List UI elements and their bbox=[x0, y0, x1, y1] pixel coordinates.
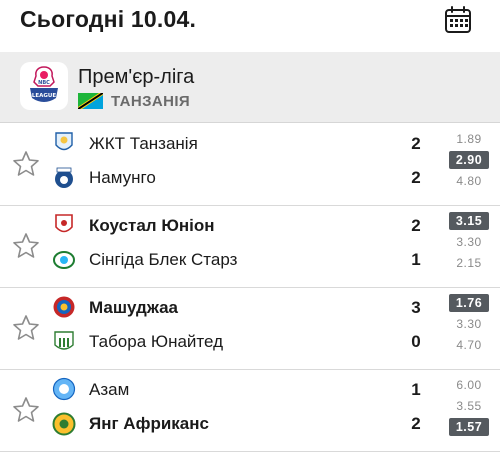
league-country: ТАНЗАНІЯ bbox=[78, 92, 190, 110]
favorite-star-icon[interactable] bbox=[12, 396, 40, 424]
match-row[interactable]: Азам 1 Янг Африканс 2 6.00 3.55 1.57 bbox=[0, 369, 500, 452]
team-logo-icon bbox=[52, 412, 76, 436]
away-score: 1 bbox=[411, 250, 421, 269]
home-team-name: Машуджаа bbox=[89, 298, 178, 317]
odd-home[interactable]: 3.15 bbox=[449, 212, 489, 230]
league-header[interactable]: NBC LEAGUE Прем'єр-ліга ТАНЗАНІЯ bbox=[0, 52, 500, 123]
odd-draw[interactable]: 3.55 bbox=[449, 397, 489, 415]
home-team-name: ЖКТ Танзанія bbox=[89, 134, 198, 153]
odd-home[interactable]: 1.89 bbox=[449, 130, 489, 148]
odd-away[interactable]: 4.70 bbox=[449, 336, 489, 354]
odd-away[interactable]: 2.15 bbox=[449, 254, 489, 272]
away-team-name: Янг Африканс bbox=[89, 414, 209, 433]
team-logo-icon bbox=[52, 213, 76, 237]
match-row[interactable]: Машуджаа 3 Табора Юнайтед 0 1.76 3.30 4.… bbox=[0, 287, 500, 370]
team-logo-icon bbox=[52, 377, 76, 401]
date-title: Сьогодні 10.04. bbox=[20, 6, 197, 32]
match-row[interactable]: ЖКТ Танзанія 2 Намунго 2 1.89 2.90 4.80 bbox=[0, 123, 500, 206]
home-team-name: Коустал Юніон bbox=[89, 216, 215, 235]
league-logo-icon: NBC LEAGUE bbox=[20, 62, 68, 110]
tanzania-flag-icon bbox=[78, 93, 103, 109]
odd-draw[interactable]: 3.30 bbox=[449, 315, 489, 333]
home-score: 2 bbox=[411, 134, 421, 153]
home-score: 1 bbox=[411, 380, 421, 399]
team-logo-icon bbox=[52, 330, 76, 354]
home-score: 2 bbox=[411, 216, 421, 235]
country-name: ТАНЗАНІЯ bbox=[111, 92, 191, 110]
team-logo-icon bbox=[52, 248, 76, 272]
calendar-icon[interactable] bbox=[444, 6, 472, 34]
favorite-star-icon[interactable] bbox=[12, 150, 40, 178]
match-row[interactable]: Коустал Юніон 2 Сінгіда Блек Старз 1 3.1… bbox=[0, 205, 500, 288]
away-team-name: Сінгіда Блек Старз bbox=[89, 250, 238, 269]
away-team-name: Намунго bbox=[89, 168, 156, 187]
league-name: Прем'єр-ліга bbox=[78, 66, 195, 88]
odd-draw[interactable]: 3.30 bbox=[449, 233, 489, 251]
odd-draw[interactable]: 2.90 bbox=[449, 151, 489, 169]
away-score: 2 bbox=[411, 414, 421, 433]
favorite-star-icon[interactable] bbox=[12, 314, 40, 342]
svg-text:LEAGUE: LEAGUE bbox=[32, 93, 56, 99]
team-logo-icon bbox=[52, 295, 76, 319]
away-score: 0 bbox=[411, 332, 421, 351]
team-logo-icon bbox=[52, 166, 76, 190]
odd-home[interactable]: 6.00 bbox=[449, 376, 489, 394]
header: Сьогодні 10.04. bbox=[0, 0, 500, 52]
away-score: 2 bbox=[411, 168, 421, 187]
odd-home[interactable]: 1.76 bbox=[449, 294, 489, 312]
odd-away[interactable]: 1.57 bbox=[449, 418, 489, 436]
home-team-name: Азам bbox=[89, 380, 130, 399]
favorite-star-icon[interactable] bbox=[12, 232, 40, 260]
home-score: 3 bbox=[411, 298, 421, 317]
svg-text:NBC: NBC bbox=[38, 80, 50, 86]
away-team-name: Табора Юнайтед bbox=[89, 332, 224, 351]
team-logo-icon bbox=[52, 131, 76, 155]
odd-away[interactable]: 4.80 bbox=[449, 172, 489, 190]
